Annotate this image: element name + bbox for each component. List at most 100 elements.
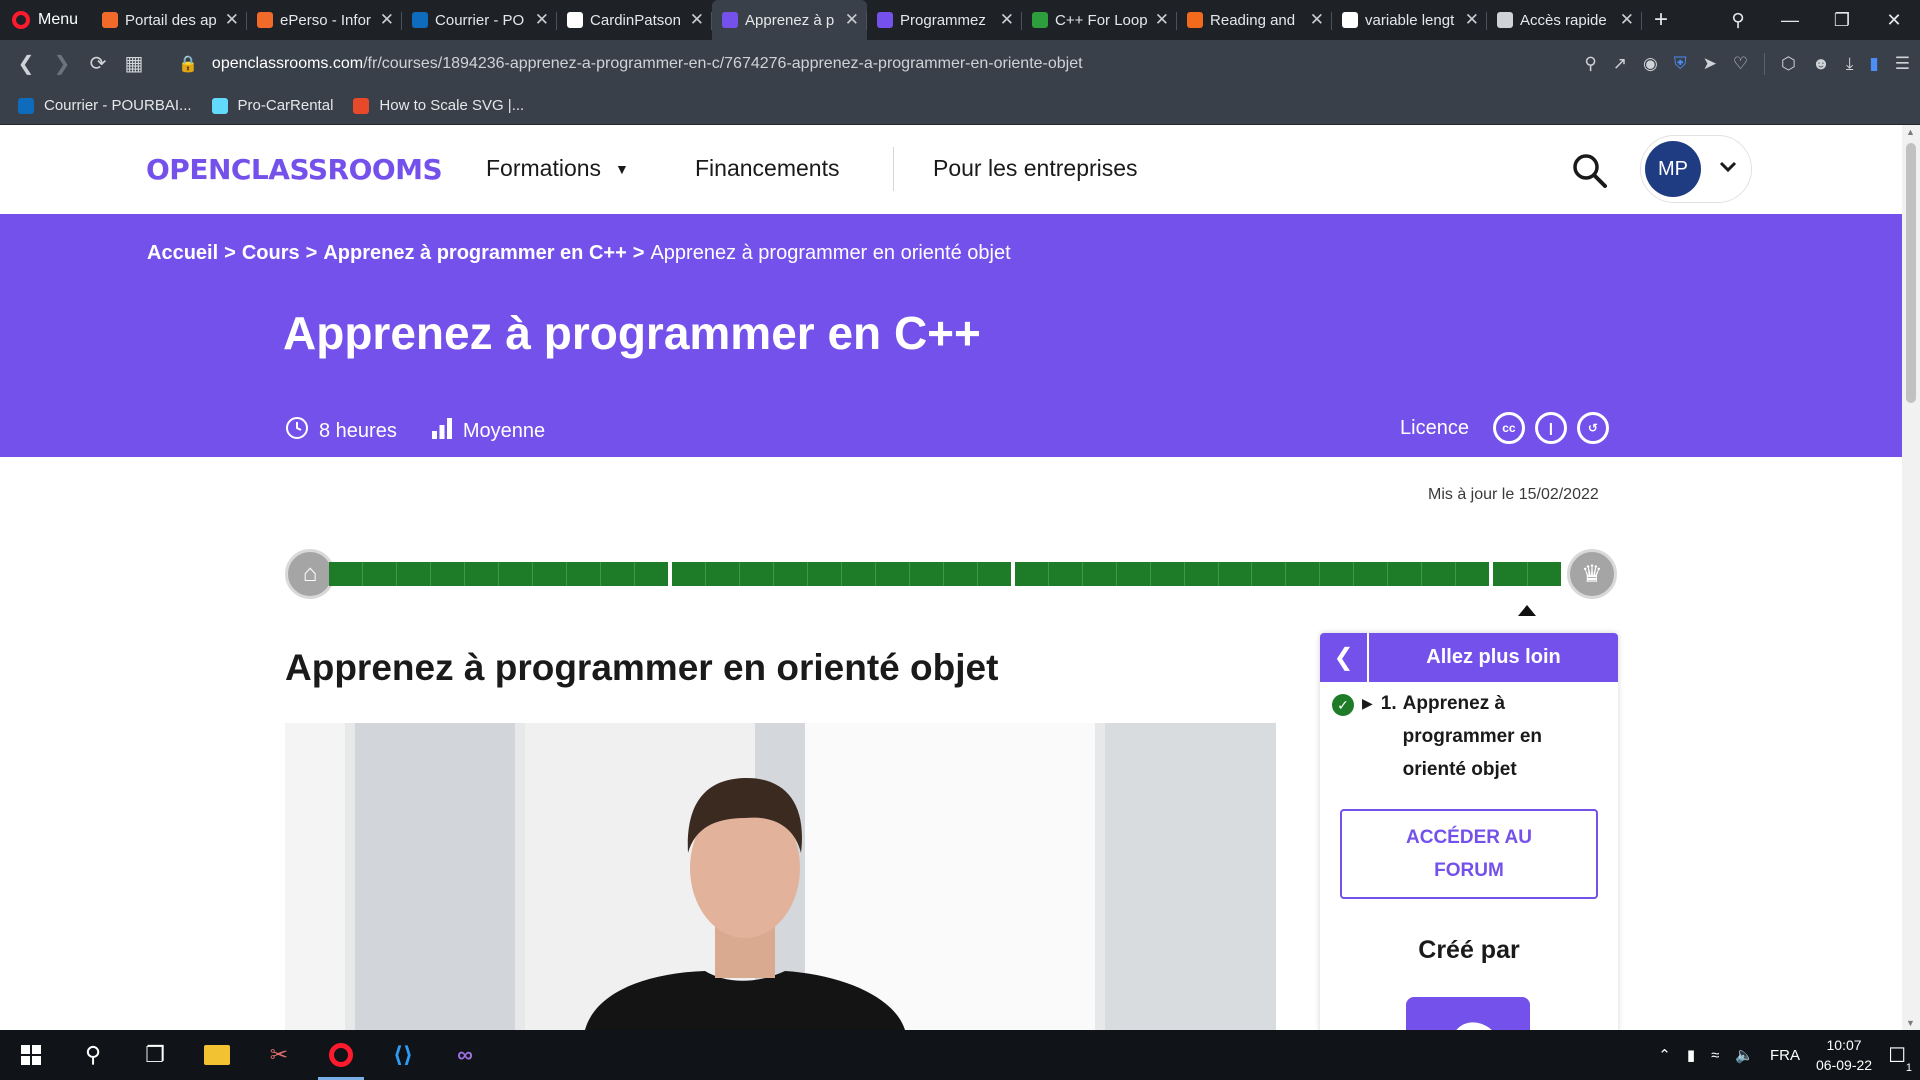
nav-entreprises[interactable]: Pour les entreprises: [933, 155, 1138, 182]
side-panel: ❮ Allez plus loin ✓ ▶ 1. Apprenez à prog…: [1320, 633, 1618, 1030]
url-field[interactable]: 🔒 openclassrooms.com/fr/courses/1894236-…: [178, 54, 1083, 74]
creative-commons-icon[interactable]: cc: [1492, 412, 1525, 444]
tab-close-icon[interactable]: ✕: [1620, 10, 1634, 30]
browser-tab[interactable]: Apprenez à p ✕: [712, 0, 868, 40]
tab-close-icon[interactable]: ✕: [535, 10, 549, 30]
browser-tab[interactable]: CardinPatson ✕: [557, 0, 713, 40]
bookmark-item[interactable]: Courrier - POURBAI...: [18, 97, 192, 114]
browser-tab[interactable]: C++ For Loop ✕: [1022, 0, 1178, 40]
chapter-link[interactable]: 1. Apprenez à programmer en orienté obje…: [1381, 687, 1578, 786]
browser-tab[interactable]: variable lengt ✕: [1332, 0, 1488, 40]
progress-segment[interactable]: [329, 562, 668, 586]
creator-logo[interactable]: [1406, 997, 1530, 1030]
browser-tab[interactable]: Programmez ✕: [867, 0, 1023, 40]
language-indicator[interactable]: FRA: [1770, 1047, 1800, 1064]
speed-dial-icon[interactable]: ▦: [116, 51, 152, 76]
tab-close-icon[interactable]: ✕: [380, 10, 394, 30]
scroll-down-icon[interactable]: ▼: [1906, 1018, 1915, 1028]
difficulty-bars-icon: [431, 417, 453, 445]
breadcrumb-courses[interactable]: Cours: [242, 242, 300, 265]
opera-logo-icon: [12, 11, 30, 29]
notification-center-icon[interactable]: ☐ 1: [1888, 1043, 1912, 1074]
snapshot-icon[interactable]: ◉: [1643, 54, 1658, 74]
tab-close-icon[interactable]: ✕: [1155, 10, 1169, 30]
forward-icon[interactable]: ❯: [44, 51, 80, 76]
tab-title: ePerso - Infor: [280, 11, 371, 29]
account-menu[interactable]: MP: [1640, 135, 1752, 203]
wifi-icon[interactable]: ≈: [1711, 1047, 1719, 1064]
browser-menu-button[interactable]: Menu: [0, 0, 92, 40]
browser-tab[interactable]: Reading and ✕: [1177, 0, 1333, 40]
task-view-icon[interactable]: ❐: [124, 1030, 186, 1080]
tab-close-icon[interactable]: ✕: [1465, 10, 1479, 30]
openclassrooms-logo[interactable]: OPENCLASSROOMS: [146, 153, 443, 186]
tab-close-icon[interactable]: ✕: [690, 10, 704, 30]
progress-cell: [1354, 562, 1389, 586]
page-scrollbar[interactable]: ▲ ▼: [1902, 125, 1920, 1030]
restore-icon[interactable]: ❐: [1816, 10, 1868, 31]
share-icon[interactable]: ↗: [1613, 54, 1627, 74]
visual-studio-icon[interactable]: ∞: [434, 1030, 496, 1080]
browser-tab[interactable]: Accès rapide ✕: [1487, 0, 1643, 40]
caret-down-icon: ▼: [615, 160, 629, 177]
tab-close-icon[interactable]: ✕: [1310, 10, 1324, 30]
download-icon[interactable]: ⤓: [1846, 54, 1854, 74]
attribution-icon[interactable]: ❙: [1534, 412, 1567, 444]
volume-icon[interactable]: 🔈: [1735, 1046, 1754, 1064]
progress-cell: [1320, 562, 1355, 586]
tab-close-icon[interactable]: ✕: [1000, 10, 1014, 30]
extensions-cube-icon[interactable]: ⬡: [1781, 54, 1796, 74]
bookmark-item[interactable]: How to Scale SVG |...: [353, 97, 524, 114]
chevron-left-icon[interactable]: ❮: [1320, 633, 1369, 682]
browser-tab[interactable]: Portail des ap ✕: [92, 0, 248, 40]
vscode-icon[interactable]: ⟨⟩: [372, 1030, 434, 1080]
adblock-shield-icon[interactable]: ⛨: [1674, 54, 1687, 74]
zoom-icon[interactable]: ⚲: [1584, 54, 1596, 74]
nav-formations[interactable]: Formations ▼: [486, 155, 629, 182]
send-icon[interactable]: ➤: [1703, 54, 1717, 74]
search-icon[interactable]: [1572, 153, 1608, 198]
new-tab-button[interactable]: +: [1642, 6, 1680, 34]
trophy-icon[interactable]: ♛: [1567, 549, 1617, 599]
bookmark-label: Courrier - POURBAI...: [44, 97, 192, 114]
tab-close-icon[interactable]: ✕: [845, 10, 859, 30]
share-alike-icon[interactable]: ↺: [1576, 412, 1609, 444]
chapter-list-item[interactable]: ✓ ▶ 1. Apprenez à programmer en orienté …: [1320, 682, 1618, 786]
snipping-tool-icon[interactable]: ✂: [248, 1030, 310, 1080]
tray-overflow-icon[interactable]: ⌃: [1658, 1046, 1671, 1064]
clock[interactable]: 10:07 06-09-22: [1816, 1035, 1872, 1075]
progress-segment[interactable]: [1493, 562, 1561, 586]
minimize-icon[interactable]: —: [1764, 10, 1816, 31]
bookmark-item[interactable]: Pro-CarRental: [211, 97, 333, 114]
home-milestone-icon[interactable]: ⌂: [285, 549, 335, 599]
tab-title: variable lengt: [1365, 11, 1455, 29]
breadcrumb-home[interactable]: Accueil: [147, 242, 218, 265]
reload-icon[interactable]: ⟳: [80, 51, 116, 76]
breadcrumb-course[interactable]: Apprenez à programmer en C++: [323, 242, 626, 265]
battery-icon[interactable]: ▮: [1687, 1046, 1695, 1064]
progress-segment[interactable]: [672, 562, 1011, 586]
file-explorer-icon[interactable]: [186, 1030, 248, 1080]
progress-segment[interactable]: [1015, 562, 1489, 586]
close-window-icon[interactable]: ✕: [1868, 10, 1920, 31]
course-video[interactable]: [285, 723, 1276, 1030]
windows-start-icon[interactable]: [0, 1030, 62, 1080]
easy-setup-icon[interactable]: ☰: [1895, 54, 1910, 74]
browser-tab[interactable]: ePerso - Infor ✕: [247, 0, 403, 40]
forum-button[interactable]: ACCÉDER AU FORUM: [1340, 809, 1598, 899]
tab-favicon-icon: [1032, 12, 1049, 28]
back-icon[interactable]: ❮: [8, 51, 44, 76]
bookmark-heart-icon[interactable]: ♡: [1733, 54, 1748, 74]
tab-close-icon[interactable]: ✕: [225, 10, 239, 30]
scroll-up-icon[interactable]: ▲: [1906, 127, 1915, 137]
progress-cell: [1117, 562, 1151, 586]
search-icon[interactable]: ⚲: [62, 1030, 124, 1080]
opera-taskbar-icon[interactable]: [310, 1030, 372, 1080]
nav-financements[interactable]: Financements: [695, 155, 839, 182]
url-host: openclassrooms.com: [211, 54, 364, 72]
profile-icon[interactable]: ☻: [1812, 54, 1830, 74]
scrollbar-thumb[interactable]: [1906, 143, 1916, 403]
browser-tab[interactable]: Courrier - PO ✕: [402, 0, 558, 40]
tab-search-icon[interactable]: ⚲: [1712, 10, 1764, 31]
battery-saver-icon[interactable]: ▮: [1869, 54, 1878, 74]
